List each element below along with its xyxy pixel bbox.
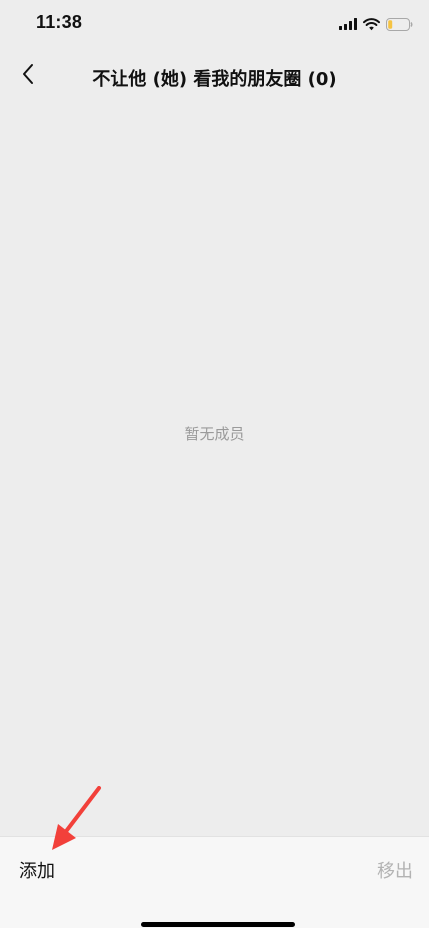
- add-button[interactable]: 添加: [19, 857, 55, 883]
- home-indicator: [141, 922, 295, 927]
- battery-icon: [386, 17, 413, 31]
- signal-icon: [339, 18, 357, 30]
- empty-state-text: 暂无成员: [184, 425, 245, 443]
- status-icons: [339, 15, 413, 33]
- wifi-icon: [363, 17, 380, 31]
- status-time: 11:38: [36, 12, 83, 32]
- bottom-toolbar: 添加 移出: [0, 836, 429, 928]
- page-title: 不让他 (她) 看我的朋友圈 (0): [92, 69, 337, 90]
- status-bar: 11:38: [0, 0, 429, 48]
- remove-button[interactable]: 移出: [377, 857, 413, 883]
- nav-bar: 不让他 (她) 看我的朋友圈 (0): [0, 48, 429, 104]
